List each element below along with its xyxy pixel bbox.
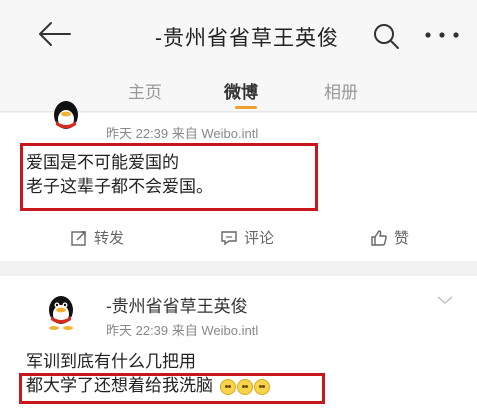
top-bar: -贵州省省草王英俊 — [0, 0, 477, 68]
comment-icon — [221, 230, 237, 245]
tab-home[interactable]: 主页 — [128, 78, 162, 103]
page-title: -贵州省省草王英俊 — [155, 27, 339, 50]
highlight-box — [19, 373, 325, 404]
post-card[interactable]: 昨天 22:39 来自 Weibo.intl 爱国是不可能爱国的 老子这辈子都不… — [0, 101, 477, 261]
chevron-down-icon[interactable] — [436, 294, 454, 306]
post-actions: 转发 评论 赞 — [0, 225, 477, 255]
tab-album[interactable]: 相册 — [324, 78, 358, 103]
user-name[interactable]: -贵州省省草王英俊 — [106, 292, 248, 317]
post-card[interactable]: -贵州省省草王英俊 昨天 22:39 来自 Weibo.intl 军训到底有什么… — [0, 276, 477, 420]
post-meta: 昨天 22:39 来自 Weibo.intl — [106, 323, 259, 338]
repost-button[interactable]: 转发 — [70, 227, 124, 248]
highlight-box — [20, 143, 318, 211]
like-button[interactable]: 赞 — [370, 227, 409, 248]
like-label: 赞 — [394, 230, 410, 247]
post-line: 军训到底有什么几把用 — [26, 352, 196, 371]
more-dots-icon[interactable] — [420, 22, 464, 48]
comment-button[interactable]: 评论 — [220, 227, 274, 248]
arrow-left-icon[interactable] — [38, 20, 72, 48]
repost-label: 转发 — [94, 230, 125, 247]
repost-icon — [71, 230, 86, 246]
comment-label: 评论 — [244, 230, 275, 247]
active-tab-indicator — [235, 106, 257, 109]
like-icon — [371, 229, 387, 246]
search-icon[interactable] — [372, 22, 400, 50]
qq-penguin-avatar-icon[interactable] — [45, 294, 77, 330]
post-meta: 昨天 22:39 来自 Weibo.intl — [106, 126, 259, 141]
qq-penguin-avatar-icon[interactable] — [50, 99, 82, 135]
tab-weibo[interactable]: 微博 — [224, 78, 258, 103]
